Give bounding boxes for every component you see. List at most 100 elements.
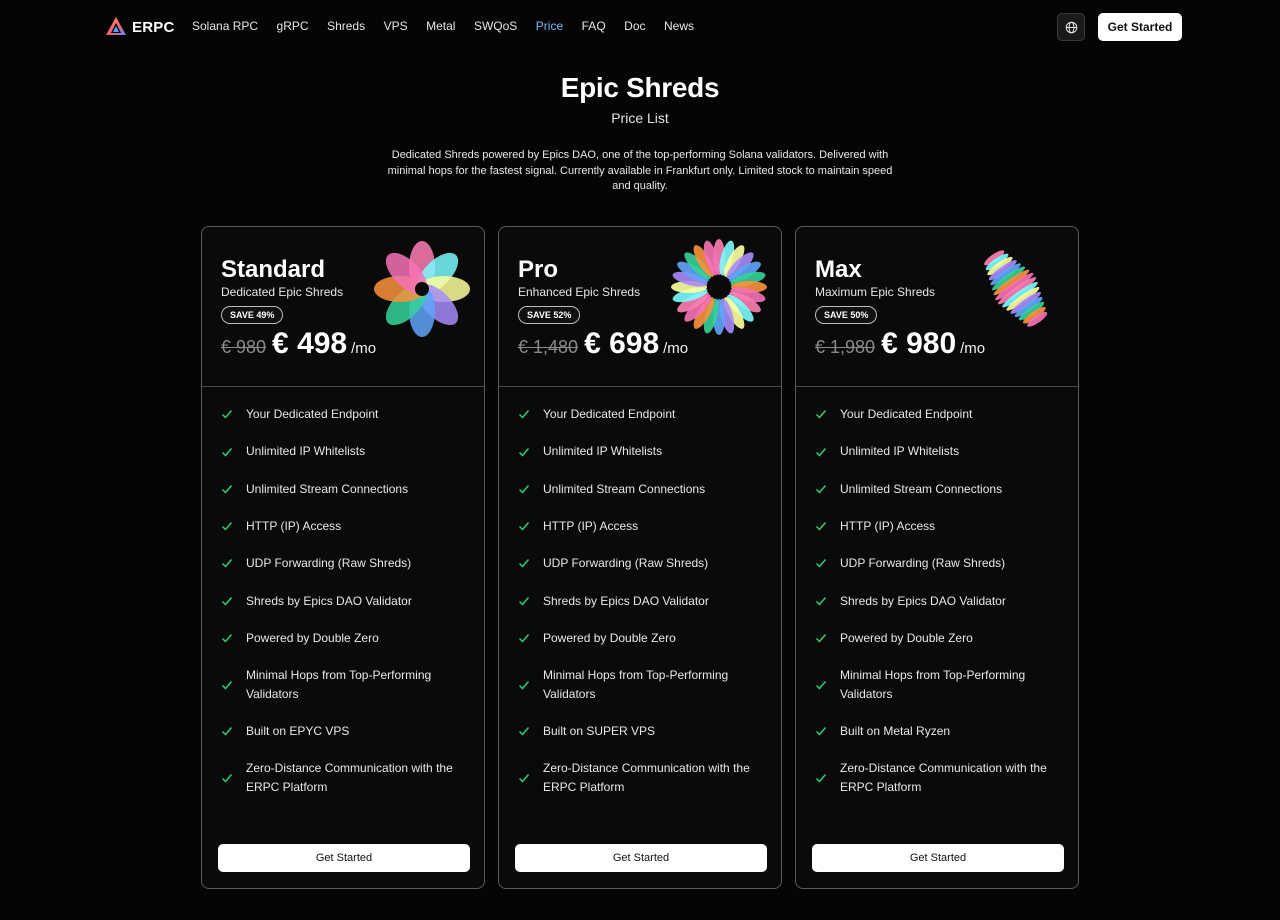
- feature-item: Shreds by Epics DAO Validator: [499, 591, 781, 610]
- feature-item: HTTP (IP) Access: [796, 517, 1078, 536]
- feature-item: Minimal Hops from Top-Performing Validat…: [202, 666, 484, 703]
- check-icon: [518, 680, 530, 690]
- check-icon: [815, 522, 827, 531]
- feature-label: Unlimited Stream Connections: [840, 481, 1003, 496]
- main-nav: Solana RPC gRPC Shreds VPS Metal SWQoS Price FA…: [192, 19, 713, 33]
- original-price: € 1,980: [815, 337, 876, 357]
- page-subtitle: Price List: [611, 110, 669, 126]
- check-icon: [221, 447, 233, 457]
- feature-label: Built on SUPER VPS: [543, 723, 656, 738]
- price-period: /mo: [351, 340, 377, 357]
- check-icon: [815, 484, 827, 494]
- plan-card-header: Max Maximum Epic Shreds SAVE 50% € 1,980 € 9…: [796, 227, 1078, 387]
- feature-item: Shreds by Epics DAO Validator: [796, 591, 1078, 610]
- save-badge: SAVE 49%: [221, 306, 284, 324]
- check-icon: [518, 596, 530, 606]
- price-row: € 1,980 € 980/mo: [815, 327, 985, 363]
- check-icon: [221, 773, 233, 783]
- feature-label: Unlimited Stream Connections: [543, 481, 706, 496]
- check-icon: [221, 596, 233, 606]
- feature-item: HTTP (IP) Access: [202, 517, 484, 536]
- nav-link-grpc[interactable]: gRPC: [277, 19, 309, 33]
- feature-item: Shreds by Epics DAO Validator: [202, 591, 484, 610]
- feature-label: Powered by Double Zero: [543, 630, 676, 645]
- feature-label: Shreds by Epics DAO Validator: [840, 593, 1006, 608]
- feature-item: Unlimited IP Whitelists: [202, 442, 484, 461]
- globe-icon: [1065, 21, 1077, 33]
- erpc-logo-icon: [106, 17, 126, 35]
- feature-item: Unlimited Stream Connections: [499, 480, 781, 499]
- nav-link-vps[interactable]: VPS: [384, 19, 408, 33]
- feature-item: Built on EPYC VPS: [202, 722, 484, 741]
- feature-label: Built on Metal Ryzen: [840, 723, 951, 738]
- plan-get-started-button[interactable]: Get Started: [218, 844, 470, 872]
- feature-item: HTTP (IP) Access: [499, 517, 781, 536]
- feature-label: HTTP (IP) Access: [840, 518, 936, 533]
- feature-label: Minimal Hops from Top-Performing Validat…: [840, 668, 1026, 701]
- plan-get-started-button[interactable]: Get Started: [812, 844, 1064, 872]
- nav-link-news[interactable]: News: [664, 19, 694, 33]
- nav-get-started-button[interactable]: Get Started: [1098, 13, 1182, 41]
- feature-item: Built on Metal Ryzen: [796, 722, 1078, 741]
- feature-label: UDP Forwarding (Raw Shreds): [543, 556, 709, 571]
- check-icon: [815, 559, 827, 569]
- brand-logo[interactable]: ERPC: [104, 15, 174, 39]
- check-icon: [518, 522, 530, 531]
- plan-tagline: Maximum Epic Shreds: [815, 285, 936, 299]
- nav-link-metal[interactable]: Metal: [426, 19, 455, 33]
- feature-item: Powered by Double Zero: [202, 629, 484, 648]
- feature-item: Built on SUPER VPS: [499, 722, 781, 741]
- plan-artwork-icon: [671, 239, 767, 335]
- feature-label: Zero-Distance Communication with the ERP…: [543, 761, 750, 794]
- save-badge: SAVE 50%: [815, 306, 878, 324]
- plan-name: Max: [815, 256, 862, 283]
- plan-artwork-icon: [374, 241, 470, 337]
- check-icon: [518, 559, 530, 569]
- nav-link-faq[interactable]: FAQ: [582, 19, 606, 33]
- check-icon: [221, 522, 233, 531]
- plan-tagline: Dedicated Epic Shreds: [221, 285, 344, 299]
- check-icon: [221, 410, 233, 419]
- check-icon: [815, 447, 827, 457]
- price-period: /mo: [663, 340, 689, 357]
- feature-label: Minimal Hops from Top-Performing Validat…: [543, 668, 729, 701]
- plan-name: Pro: [518, 256, 559, 283]
- language-button[interactable]: [1057, 13, 1085, 41]
- nav-link-shreds[interactable]: Shreds: [327, 19, 365, 33]
- feature-label: Minimal Hops from Top-Performing Validat…: [246, 668, 432, 701]
- feature-item: UDP Forwarding (Raw Shreds): [499, 554, 781, 573]
- plan-artwork-icon: [984, 250, 1048, 327]
- check-icon: [221, 484, 233, 494]
- nav-link-swqos[interactable]: SWQoS: [474, 19, 517, 33]
- feature-label: Powered by Double Zero: [246, 630, 379, 645]
- nav-link-price[interactable]: Price: [536, 19, 563, 33]
- feature-item: Your Dedicated Endpoint: [202, 405, 484, 424]
- original-price: € 1,480: [518, 337, 579, 357]
- feature-label: Zero-Distance Communication with the ERP…: [246, 761, 453, 794]
- top-navbar: ERPC Solana RPC gRPC Shreds VPS Metal SWQoS Pr…: [0, 0, 1280, 54]
- feature-item: Zero-Distance Communication with the ERP…: [796, 759, 1078, 796]
- feature-list: Your Dedicated Endpoint Unlimited IP Whit…: [202, 405, 484, 815]
- feature-item: Minimal Hops from Top-Performing Validat…: [796, 666, 1078, 703]
- feature-label: Shreds by Epics DAO Validator: [543, 593, 709, 608]
- nav-link-solana-rpc[interactable]: Solana RPC: [192, 19, 258, 33]
- plan-get-started-button[interactable]: Get Started: [515, 844, 767, 872]
- nav-link-doc[interactable]: Doc: [624, 19, 645, 33]
- feature-item: Powered by Double Zero: [499, 629, 781, 648]
- feature-label: UDP Forwarding (Raw Shreds): [840, 556, 1006, 571]
- feature-label: Unlimited IP Whitelists: [543, 444, 663, 459]
- plan-card-max: Max Maximum Epic Shreds SAVE 50% € 1,980 € 9…: [795, 226, 1079, 889]
- current-price: € 698: [584, 327, 660, 360]
- feature-list: Your Dedicated Endpoint Unlimited IP Whit…: [796, 405, 1078, 815]
- check-icon: [815, 596, 827, 606]
- feature-item: Minimal Hops from Top-Performing Validat…: [499, 666, 781, 703]
- check-icon: [221, 727, 233, 736]
- feature-item: Zero-Distance Communication with the ERP…: [202, 759, 484, 796]
- feature-label: Unlimited IP Whitelists: [840, 444, 960, 459]
- original-price: € 980: [221, 337, 267, 357]
- feature-label: Shreds by Epics DAO Validator: [246, 593, 412, 608]
- check-icon: [518, 727, 530, 736]
- feature-item: Powered by Double Zero: [796, 629, 1078, 648]
- check-icon: [518, 773, 530, 783]
- save-badge: SAVE 52%: [518, 306, 581, 324]
